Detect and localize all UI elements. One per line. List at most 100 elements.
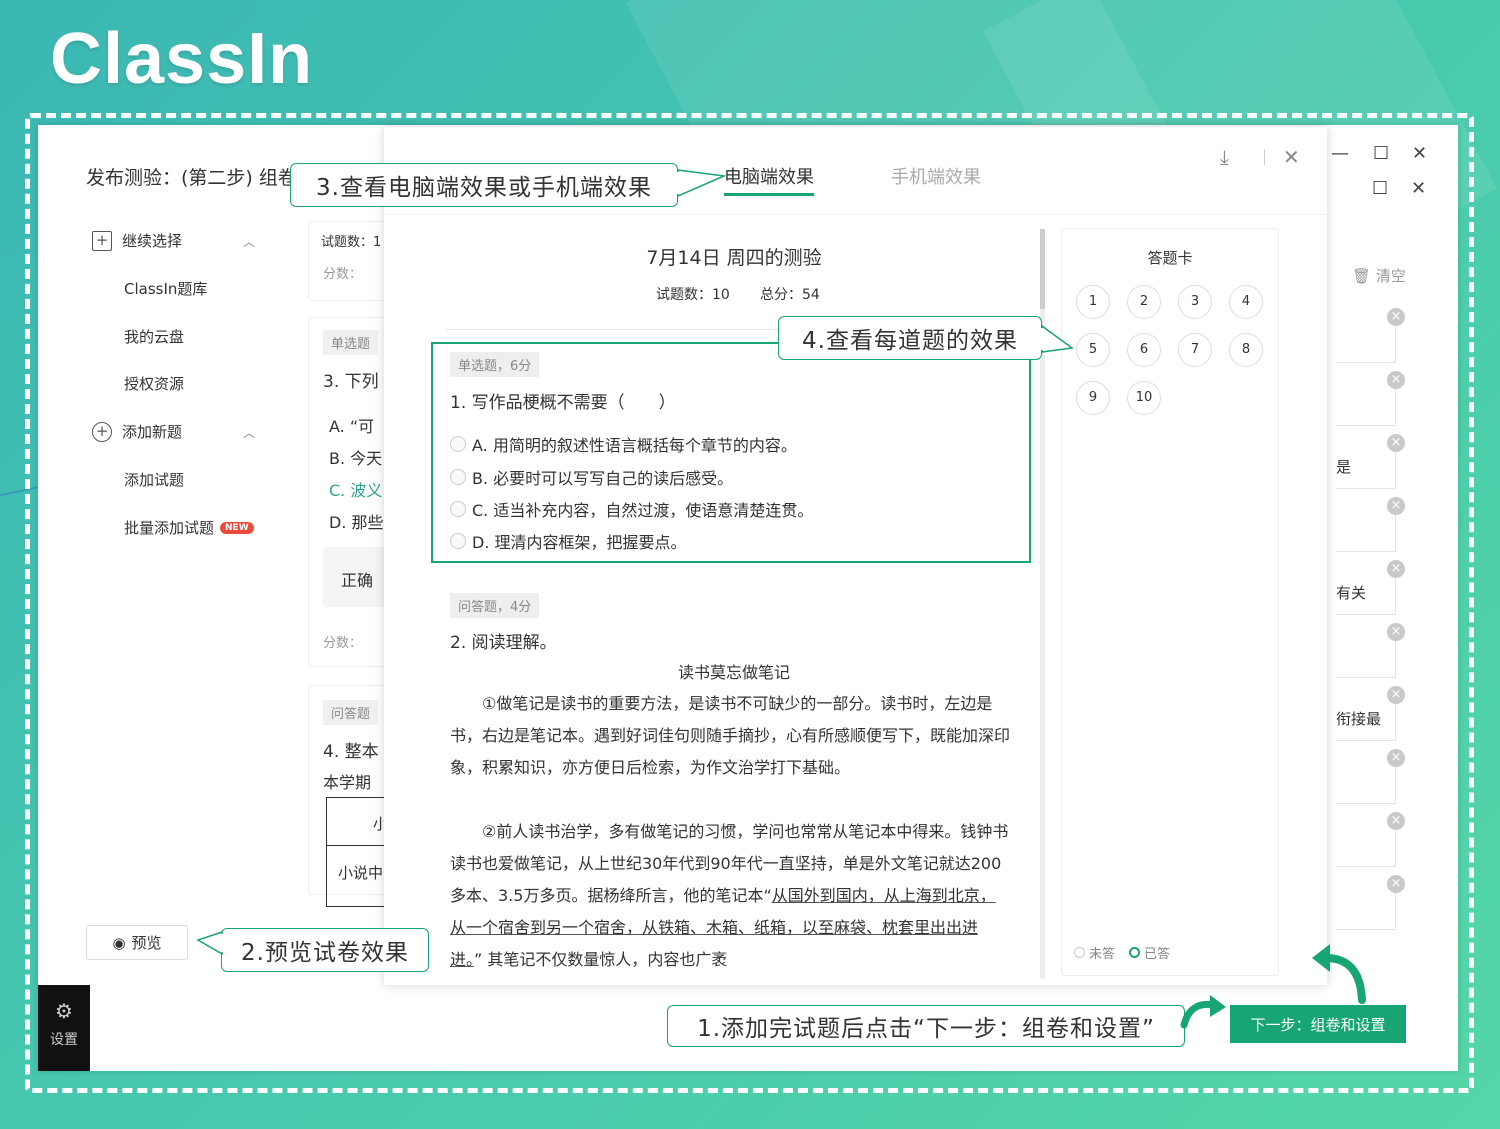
question-slot[interactable]: [1336, 760, 1396, 804]
tab-mobile[interactable]: 手机端效果: [891, 163, 981, 193]
question-slot-text: 是: [1336, 458, 1352, 476]
preview-dialog: 电脑端效果 手机端效果 ⤓ ✕ 7月14日 周四的测验 试题数：10 总分：54…: [384, 127, 1327, 985]
option-label: A. 用简明的叙述性语言概括每个章节的内容。: [472, 436, 797, 455]
option-a[interactable]: A. 用简明的叙述性语言概括每个章节的内容。: [450, 432, 797, 456]
green-arrow-icon: [1312, 944, 1366, 1004]
answer-card-number[interactable]: 6: [1127, 333, 1161, 367]
answer-card-number[interactable]: 10: [1127, 381, 1161, 415]
question-slot[interactable]: 有关: [1336, 571, 1396, 615]
settings-button[interactable]: ⚙ 设置: [38, 985, 90, 1071]
callout-step-1: 1.添加完试题后点击“下一步：组卷和设置”: [667, 1005, 1185, 1047]
passage-paragraph-2: ②前人读书治学，多有做笔记的习惯，学问也常常从笔记本中得来。钱钟书读书也爱做笔记…: [450, 816, 1010, 976]
option-c[interactable]: C. 适当补充内容，自然过渡，使语意清楚连贯。: [450, 497, 813, 521]
score-label: 分数：: [323, 636, 363, 651]
correct-answer-label: 正确: [341, 571, 374, 590]
answer-card-number[interactable]: 5: [1076, 333, 1110, 367]
remove-question-icon[interactable]: ×: [1387, 812, 1405, 830]
close-icon[interactable]: ✕: [1412, 143, 1427, 164]
remove-question-icon[interactable]: ×: [1387, 371, 1405, 389]
option-label: D. 理清内容框架，把握要点。: [472, 533, 687, 552]
remove-question-icon[interactable]: ×: [1387, 308, 1405, 326]
new-badge: NEW: [220, 521, 254, 534]
answer-card-number[interactable]: 4: [1229, 285, 1263, 319]
sidebar-item-label: 添加试题: [124, 471, 185, 489]
option-label: C. 适当补充内容，自然过渡，使语意清楚连贯。: [472, 501, 814, 520]
legend-answered: 已答: [1144, 947, 1171, 962]
remove-question-icon[interactable]: ×: [1387, 434, 1405, 452]
sidebar-item-label: 我的云盘: [124, 328, 185, 346]
clear-label: 清空: [1375, 267, 1406, 285]
maximize-icon[interactable]: ☐: [1372, 178, 1388, 199]
add-circle-icon: +: [92, 421, 112, 442]
option-d[interactable]: D. 理清内容框架，把握要点。: [450, 529, 687, 553]
question-type-tag: 单选题，6分: [450, 352, 540, 377]
classin-logo: ClassIn: [50, 19, 314, 99]
sidebar-item-batch-add[interactable]: 批量添加试题 NEW: [124, 517, 254, 538]
question-slot[interactable]: [1336, 319, 1396, 363]
download-icon[interactable]: ⤓: [1220, 145, 1229, 169]
callout-step-4: 4.查看每道题的效果: [778, 316, 1042, 360]
question-slot[interactable]: [1336, 823, 1396, 867]
sidebar-item-classin-bank[interactable]: ClassIn题库: [124, 278, 207, 299]
option-c: C. 波义: [329, 481, 383, 500]
answer-card-number[interactable]: 2: [1127, 285, 1161, 319]
close-icon[interactable]: ✕: [1411, 178, 1426, 199]
preview-button[interactable]: ◉ 预览: [86, 925, 188, 960]
question-slot[interactable]: 衔接最: [1336, 697, 1396, 741]
answer-card-number[interactable]: 8: [1229, 333, 1263, 367]
question-count: 试题数：1: [321, 235, 382, 250]
question-type-tag: 问答题，4分: [450, 593, 540, 618]
remove-question-icon[interactable]: ×: [1387, 749, 1405, 767]
header-separator: [1264, 149, 1265, 165]
score-label: 分数：: [323, 267, 363, 282]
table-cell: 小说中: [338, 864, 384, 882]
question-slot[interactable]: [1336, 634, 1396, 678]
remove-question-icon[interactable]: ×: [1387, 875, 1405, 893]
trash-icon: 🗑: [1352, 267, 1372, 285]
answer-card-number[interactable]: 3: [1178, 285, 1212, 319]
chevron-up-icon[interactable]: ︿: [243, 424, 255, 441]
remove-question-icon[interactable]: ×: [1387, 686, 1405, 704]
clear-button[interactable]: 🗑 清空: [1352, 265, 1406, 286]
next-step-button[interactable]: 下一步：组卷和设置: [1230, 1005, 1406, 1043]
question-slot[interactable]: 是: [1336, 445, 1396, 489]
sidebar-continue-select[interactable]: + 继续选择: [92, 230, 182, 251]
essay-tag: 问答题: [323, 700, 379, 725]
answer-card-legend: 未答 已答: [1074, 943, 1170, 962]
sidebar-item-add-question[interactable]: 添加试题: [124, 469, 184, 490]
answer-card-number[interactable]: 9: [1076, 381, 1110, 415]
minimize-icon[interactable]: —: [1331, 143, 1349, 164]
chevron-up-icon[interactable]: ︿: [243, 233, 255, 250]
legend-unanswered: 未答: [1089, 947, 1116, 962]
option-b: B. 今天: [329, 449, 383, 468]
passage-paragraph-1: ①做笔记是读书的重要方法，是读书不可缺少的一部分。读书时，左边是书，右边是笔记本…: [450, 688, 1010, 784]
tab-desktop[interactable]: 电脑端效果: [724, 163, 814, 196]
callout-pointer: [1040, 324, 1074, 353]
green-arrow-icon: [1180, 995, 1226, 1029]
question-slot[interactable]: [1336, 886, 1396, 930]
sidebar-item-cloud[interactable]: 我的云盘: [124, 326, 184, 347]
sidebar-add-new[interactable]: + 添加新题: [92, 421, 182, 442]
answer-card-title: 答题卡: [1147, 249, 1193, 267]
callout-pointer: [676, 169, 727, 198]
scrollbar-thumb[interactable]: [1040, 229, 1045, 309]
question-title: 2. 阅读理解。: [450, 633, 557, 653]
answered-dot-icon: [1129, 947, 1141, 958]
option-b[interactable]: B. 必要时可以写写自己的读后感受。: [450, 465, 733, 489]
sidebar-item-authorized[interactable]: 授权资源: [124, 373, 184, 394]
close-icon[interactable]: ✕: [1283, 145, 1300, 169]
passage-text: ” 其笔记不仅数量惊人，内容也广袤: [474, 950, 728, 969]
remove-question-icon[interactable]: ×: [1387, 623, 1405, 641]
exam-title: 7月14日 周四的测验: [646, 247, 822, 269]
remove-question-icon[interactable]: ×: [1387, 560, 1405, 578]
maximize-icon[interactable]: ☐: [1373, 143, 1389, 164]
sidebar-item-label: 批量添加试题: [124, 519, 215, 537]
question-slot[interactable]: [1336, 382, 1396, 426]
answer-card-number[interactable]: 7: [1178, 333, 1212, 367]
radio-icon: [450, 533, 466, 549]
remove-question-icon[interactable]: ×: [1387, 497, 1405, 515]
question-text: 3. 下列: [323, 372, 379, 392]
option-label: B. 必要时可以写写自己的读后感受。: [472, 469, 734, 488]
answer-card-number[interactable]: 1: [1076, 285, 1110, 319]
question-slot[interactable]: [1336, 508, 1396, 552]
